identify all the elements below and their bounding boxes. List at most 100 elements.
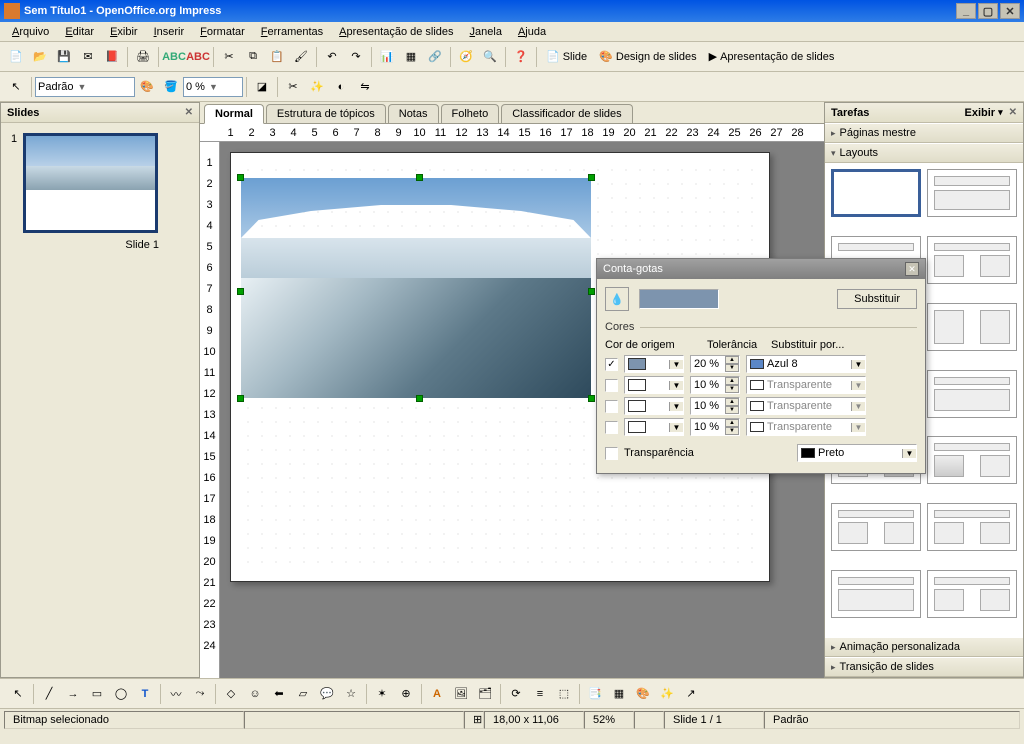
- style-dropdown[interactable]: Padrão▼: [35, 77, 135, 97]
- fill-color-button[interactable]: 🪣: [160, 76, 182, 98]
- table-button[interactable]: ▦: [400, 46, 422, 68]
- arrow-line-tool[interactable]: →: [62, 683, 84, 705]
- menu-arquivo[interactable]: Arquivo: [4, 24, 57, 40]
- menu-apresentacao[interactable]: Apresentação de slides: [331, 24, 461, 40]
- text-tool[interactable]: T: [134, 683, 156, 705]
- layout-5[interactable]: [927, 303, 1017, 351]
- image-object[interactable]: [241, 178, 591, 398]
- restore-button[interactable]: ▢: [978, 3, 998, 19]
- block-arrows[interactable]: ⬅: [268, 683, 290, 705]
- replace-color-2[interactable]: Transparente▼: [746, 397, 866, 415]
- autospell-button[interactable]: ABC: [187, 46, 209, 68]
- chart-button[interactable]: 📊: [376, 46, 398, 68]
- pdf-button[interactable]: 📕: [101, 46, 123, 68]
- navigator-button[interactable]: 🧭: [455, 46, 477, 68]
- transparency-replace-dropdown[interactable]: Preto ▼: [797, 444, 917, 462]
- points-tool[interactable]: ✶: [371, 683, 393, 705]
- layout-12[interactable]: [831, 570, 921, 618]
- tolerance-1[interactable]: 10 %▲▼: [690, 376, 740, 394]
- animation-btn[interactable]: ✨: [656, 683, 678, 705]
- slide-layout[interactable]: ▦: [608, 683, 630, 705]
- layout-3[interactable]: [927, 236, 1017, 284]
- gallery[interactable]: 🗂: [474, 683, 496, 705]
- open-button[interactable]: 📂: [29, 46, 51, 68]
- dialog-close[interactable]: ✕: [905, 262, 919, 276]
- print-button[interactable]: 🖨: [132, 46, 154, 68]
- substitute-button[interactable]: Substituir: [837, 289, 917, 309]
- rect-tool[interactable]: ▭: [86, 683, 108, 705]
- spellcheck-button[interactable]: ABC: [163, 46, 185, 68]
- presentation-link[interactable]: ▶Apresentação de slides: [703, 46, 841, 68]
- interaction-btn[interactable]: ↗: [680, 683, 702, 705]
- layout-blank[interactable]: [831, 169, 921, 217]
- row-checkbox-2[interactable]: [605, 400, 618, 413]
- stars[interactable]: ☆: [340, 683, 362, 705]
- row-checkbox-3[interactable]: [605, 421, 618, 434]
- crop-button[interactable]: ✂: [282, 76, 304, 98]
- section-layouts[interactable]: ▾Layouts: [825, 143, 1023, 163]
- shadow-button[interactable]: ◪: [251, 76, 273, 98]
- slide-link[interactable]: 📄Slide: [540, 46, 593, 68]
- email-button[interactable]: ✉: [77, 46, 99, 68]
- fontwork[interactable]: A: [426, 683, 448, 705]
- replace-color-1[interactable]: Transparente▼: [746, 376, 866, 394]
- line-tool[interactable]: ╱: [38, 683, 60, 705]
- tolerance-2[interactable]: 10 %▲▼: [690, 397, 740, 415]
- source-color-1[interactable]: ▼: [624, 376, 684, 394]
- hyperlink-button[interactable]: 🔗: [424, 46, 446, 68]
- menu-janela[interactable]: Janela: [462, 24, 510, 40]
- close-button[interactable]: ✕: [1000, 3, 1020, 19]
- glue-tool[interactable]: ⊕: [395, 683, 417, 705]
- tasks-close[interactable]: ✕: [1009, 107, 1017, 118]
- layout-11[interactable]: [927, 503, 1017, 551]
- new-button[interactable]: 📄: [5, 46, 27, 68]
- minimize-button[interactable]: _: [956, 3, 976, 19]
- slide-design-btn[interactable]: 🎨: [632, 683, 654, 705]
- zoom-button[interactable]: 🔍: [479, 46, 501, 68]
- layout-10[interactable]: [831, 503, 921, 551]
- replace-color-3[interactable]: Transparente▼: [746, 418, 866, 436]
- tolerance-3[interactable]: 10 %▲▼: [690, 418, 740, 436]
- callouts[interactable]: 💬: [316, 683, 338, 705]
- cut-button[interactable]: ✂: [218, 46, 240, 68]
- dialog-titlebar[interactable]: Conta-gotas ✕: [597, 259, 925, 279]
- source-color-3[interactable]: ▼: [624, 418, 684, 436]
- tasks-view-menu[interactable]: Exibir: [965, 107, 996, 119]
- source-color-2[interactable]: ▼: [624, 397, 684, 415]
- tab-normal[interactable]: Normal: [204, 104, 264, 124]
- help-button[interactable]: ❓: [510, 46, 532, 68]
- menu-exibir[interactable]: Exibir: [102, 24, 146, 40]
- design-link[interactable]: 🎨Design de slides: [593, 46, 702, 68]
- flowchart[interactable]: ▱: [292, 683, 314, 705]
- menu-ajuda[interactable]: Ajuda: [510, 24, 554, 40]
- symbol-shapes[interactable]: ☺: [244, 683, 266, 705]
- flip-button[interactable]: ⇋: [354, 76, 376, 98]
- layout-title[interactable]: [927, 169, 1017, 217]
- section-anim[interactable]: ▸Animação personalizada: [825, 637, 1023, 657]
- layout-9[interactable]: [927, 436, 1017, 484]
- effects-button[interactable]: ✨: [306, 76, 328, 98]
- slides-panel-close[interactable]: ✕: [185, 107, 193, 118]
- basic-shapes[interactable]: ◇: [220, 683, 242, 705]
- paste-button[interactable]: 📋: [266, 46, 288, 68]
- select-tool[interactable]: ↖: [7, 683, 29, 705]
- transparency-button[interactable]: ◐: [330, 76, 352, 98]
- ellipse-tool[interactable]: ◯: [110, 683, 132, 705]
- menu-inserir[interactable]: Inserir: [146, 24, 193, 40]
- menu-editar[interactable]: Editar: [57, 24, 102, 40]
- tab-outline[interactable]: Estrutura de tópicos: [266, 104, 386, 123]
- line-color-button[interactable]: 🎨: [136, 76, 158, 98]
- status-zoom[interactable]: 52%: [584, 711, 634, 729]
- copy-button[interactable]: ⧉: [242, 46, 264, 68]
- tab-sorter[interactable]: Classificador de slides: [501, 104, 632, 123]
- tab-notes[interactable]: Notas: [388, 104, 439, 123]
- zoom-dropdown[interactable]: 0 %▼: [183, 77, 243, 97]
- rotate-tool[interactable]: ⟳: [505, 683, 527, 705]
- row-checkbox-0[interactable]: ✓: [605, 358, 618, 371]
- source-color-0[interactable]: ▼: [624, 355, 684, 373]
- row-checkbox-1[interactable]: [605, 379, 618, 392]
- curve-tool[interactable]: 〰: [165, 683, 187, 705]
- undo-button[interactable]: ↶: [321, 46, 343, 68]
- align-tool[interactable]: ≡: [529, 683, 551, 705]
- section-trans[interactable]: ▸Transição de slides: [825, 657, 1023, 677]
